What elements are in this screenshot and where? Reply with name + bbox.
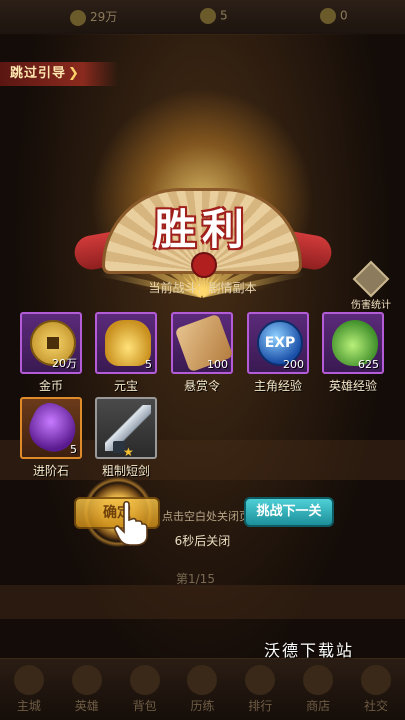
star-icon: ★: [123, 445, 134, 459]
nav-label: 英雄: [74, 699, 99, 713]
ingot-icon: [200, 8, 216, 24]
reward-slot: 100: [171, 312, 234, 374]
reward-quantity: 5: [70, 443, 77, 456]
reward-quantity: 5: [145, 358, 152, 371]
reward-name: 主角经验: [253, 379, 302, 393]
nav-item-training[interactable]: 历练: [180, 665, 224, 714]
reward-item-hero-exp[interactable]: 625 英雄经验: [322, 312, 384, 394]
social-icon: [360, 665, 391, 695]
chevron-right-icon: ❯: [68, 66, 80, 81]
nav-label: 背包: [132, 699, 157, 713]
bag-icon: [129, 665, 160, 695]
skip-guide-button[interactable]: 跳过引导 ❯: [0, 62, 118, 86]
resource-coins: 29万: [70, 8, 117, 26]
reward-item-gold[interactable]: 20万 金币: [20, 312, 82, 394]
reward-slot: EXP 200: [247, 312, 309, 374]
nav-label: 历练: [190, 699, 215, 713]
reward-quantity: 625: [358, 358, 379, 371]
reward-item-ingot[interactable]: 5 元宝: [95, 312, 157, 394]
hero-icon: [71, 665, 102, 695]
reward-slot: ★: [95, 397, 157, 459]
nav-item-ranking[interactable]: 排行: [238, 665, 282, 714]
watermark: 沃德下载站: [264, 641, 355, 660]
nav-label: 社交: [363, 699, 388, 713]
nav-item-shop[interactable]: 商店: [296, 665, 340, 714]
reward-name: 金币: [38, 379, 63, 393]
reward-name: 进阶石: [32, 464, 69, 478]
reward-quantity: 100: [207, 358, 228, 371]
bottom-nav: 主城 英雄 背包 历练 排行 商店 社交: [0, 658, 405, 720]
reward-item-lead-exp[interactable]: EXP 200 主角经验: [247, 312, 309, 394]
reward-item-short-sword[interactable]: ★ 粗制短剑: [95, 397, 157, 479]
resource-ingots: 5: [200, 8, 228, 24]
ranking-icon: [245, 665, 276, 695]
city-icon: [13, 665, 44, 695]
reward-quantity: 20万: [52, 357, 77, 370]
training-icon: [187, 665, 218, 695]
skip-guide-label: 跳过引导: [10, 66, 67, 81]
next-challenge-button[interactable]: 挑战下一关: [244, 497, 334, 527]
victory-title: 胜利: [153, 205, 250, 254]
nav-item-bag[interactable]: 背包: [123, 665, 167, 714]
resource-ingots-value: 5: [220, 8, 228, 23]
damage-stats-button[interactable]: 伤害统计: [346, 260, 396, 311]
nav-item-main-city[interactable]: 主城: [7, 665, 51, 714]
stats-icon: [352, 260, 390, 298]
resource-gems-value: 0: [340, 8, 348, 23]
reward-slot: 5: [20, 397, 84, 459]
reward-item-bounty-order[interactable]: 100 悬赏令: [171, 312, 234, 394]
reward-slot: 20万: [20, 312, 82, 374]
resource-gems: 0: [320, 8, 348, 24]
nav-item-heroes[interactable]: 英雄: [65, 665, 109, 714]
coin-icon: [70, 9, 86, 26]
reward-slot: 5: [95, 312, 157, 374]
page-indicator: 第1/15: [176, 572, 215, 586]
nav-item-social[interactable]: 社交: [354, 665, 398, 714]
shop-icon: [303, 665, 334, 695]
nav-label: 商店: [306, 699, 331, 713]
reward-name: 英雄经验: [328, 379, 377, 393]
reward-name: 元宝: [113, 379, 138, 393]
nav-label: 排行: [248, 699, 273, 713]
reward-item-advance-stone[interactable]: 5 进阶石: [20, 397, 84, 479]
damage-stats-label: 伤害统计: [351, 300, 391, 311]
reward-quantity: 200: [283, 358, 304, 371]
reward-slot: 625: [322, 312, 384, 374]
reward-name: 悬赏令: [183, 379, 220, 393]
close-hint: 点击空白处关闭页: [162, 510, 250, 523]
auto-close-countdown: 6秒后关闭: [174, 534, 231, 548]
top-resource-bar: 29万 5 0: [0, 0, 405, 35]
nav-label: 主城: [16, 699, 41, 713]
resource-coins-value: 29万: [90, 10, 118, 24]
gem-icon: [320, 8, 336, 24]
background-panel-lower: [0, 585, 405, 619]
current-battle-label: 当前战斗：剧情副本: [148, 281, 257, 295]
